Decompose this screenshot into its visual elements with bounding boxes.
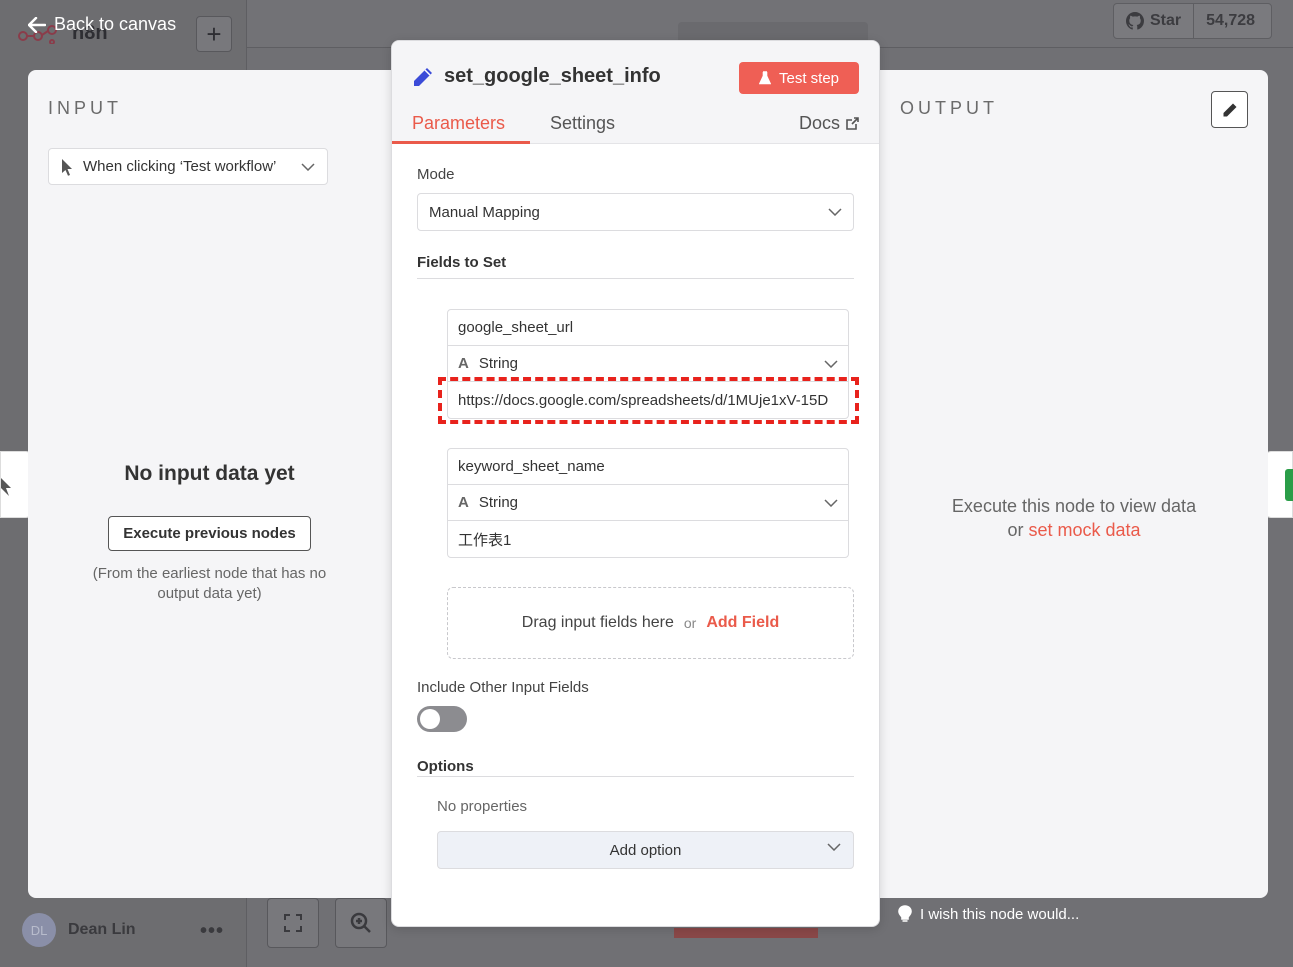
active-tab-indicator xyxy=(392,141,530,144)
back-to-canvas-label: Back to canvas xyxy=(54,14,177,34)
execute-previous-nodes-button[interactable]: Execute previous nodes xyxy=(108,516,311,551)
user-profile[interactable]: DL Dean Lin xyxy=(22,913,136,947)
zoom-to-fit-button[interactable] xyxy=(267,898,319,948)
pencil-icon xyxy=(414,67,432,86)
arrow-left-icon xyxy=(28,16,46,33)
node-header: set_google_sheet_info Test step Paramete… xyxy=(392,41,879,144)
tab-parameters[interactable]: Parameters xyxy=(412,113,505,134)
execute-workflow-button[interactable] xyxy=(674,928,818,938)
field-assignment: keyword_sheet_name A String 工作表1 xyxy=(447,448,849,558)
field-type-value: String xyxy=(478,494,519,511)
input-node-select[interactable]: When clicking ‘Test workflow’ xyxy=(48,148,328,185)
add-node-button[interactable]: + xyxy=(196,16,232,52)
string-type-icon: A xyxy=(458,494,469,511)
feedback-link[interactable]: I wish this node would... xyxy=(898,905,1079,923)
cursor-icon xyxy=(1,478,11,496)
options-divider xyxy=(417,776,854,777)
add-option-label: Add option xyxy=(609,841,682,859)
drop-zone-text: Drag input fields here xyxy=(521,614,674,631)
fields-to-set-label: Fields to Set xyxy=(417,254,507,271)
edit-output-button[interactable] xyxy=(1211,91,1248,128)
feedback-text: I wish this node would... xyxy=(920,905,1080,923)
pencil-icon xyxy=(1223,103,1236,116)
string-type-icon: A xyxy=(458,355,469,372)
no-properties-text: No properties xyxy=(437,798,528,815)
input-panel-title: INPUT xyxy=(48,98,122,118)
fields-divider xyxy=(417,278,854,279)
field-type-select[interactable]: A String xyxy=(448,485,848,521)
google-sheets-icon xyxy=(1285,469,1293,501)
node-tabs: Parameters Settings Docs xyxy=(392,109,879,144)
chevron-down-icon xyxy=(827,843,841,851)
node-parameters-panel: set_google_sheet_info Test step Paramete… xyxy=(391,40,880,927)
field-value-input[interactable]: 工作表1 xyxy=(448,521,848,557)
chevron-down-icon xyxy=(301,162,315,171)
chevron-down-icon xyxy=(828,208,842,216)
node-title-text: set_google_sheet_info xyxy=(444,65,661,87)
fullscreen-icon xyxy=(284,914,302,932)
mode-select-value: Manual Mapping xyxy=(429,203,540,221)
field-name-input[interactable]: keyword_sheet_name xyxy=(448,449,848,485)
toggle-knob xyxy=(420,709,440,729)
back-to-canvas-link[interactable]: Back to canvas xyxy=(28,14,176,35)
test-step-label: Test step xyxy=(778,69,840,87)
chevron-down-icon xyxy=(824,359,838,368)
field-name-input[interactable]: google_sheet_url xyxy=(448,310,848,346)
test-step-button[interactable]: Test step xyxy=(739,62,859,94)
drop-zone-or: or xyxy=(683,615,697,631)
output-empty-message: Execute this node to view data or set mo… xyxy=(908,494,1240,542)
github-icon xyxy=(1126,12,1144,30)
set-mock-data-link[interactable]: set mock data xyxy=(1028,520,1140,540)
output-message-or: or xyxy=(1007,520,1024,540)
pointer-icon xyxy=(62,158,72,176)
zoom-in-icon xyxy=(350,912,371,933)
lightbulb-icon xyxy=(898,905,912,922)
flask-icon xyxy=(758,71,771,85)
docs-link[interactable]: Docs xyxy=(799,113,859,134)
plus-icon: + xyxy=(206,18,222,49)
options-label: Options xyxy=(417,758,474,775)
docs-label: Docs xyxy=(798,113,840,133)
external-link-icon xyxy=(846,117,859,130)
avatar: DL xyxy=(22,913,56,947)
output-panel-drag-handle[interactable] xyxy=(1265,451,1293,518)
output-message-line1: Execute this node to view data xyxy=(951,496,1197,516)
field-type-value: String xyxy=(478,355,519,372)
add-option-select[interactable]: Add option xyxy=(437,831,854,869)
user-name: Dean Lin xyxy=(68,921,136,938)
field-drop-zone[interactable]: Drag input fields here or Add Field xyxy=(447,587,854,659)
add-field-button[interactable]: Add Field xyxy=(706,614,779,632)
mode-select[interactable]: Manual Mapping xyxy=(417,193,854,231)
mode-label: Mode xyxy=(417,166,455,183)
include-other-fields-toggle[interactable] xyxy=(417,706,467,732)
output-panel-title: OUTPUT xyxy=(900,98,998,118)
execute-previous-note: (From the earliest node that has no outp… xyxy=(92,565,327,602)
highlight-annotation xyxy=(438,377,859,424)
node-title[interactable]: set_google_sheet_info xyxy=(412,65,661,88)
input-node-select-value: When clicking ‘Test workflow’ xyxy=(83,158,277,175)
github-star-label: Star xyxy=(1150,12,1182,29)
user-menu-button[interactable]: ••• xyxy=(200,920,224,943)
github-star-count: 54,728 xyxy=(1206,12,1256,29)
include-other-fields-label: Include Other Input Fields xyxy=(417,679,589,696)
tab-settings[interactable]: Settings xyxy=(550,113,615,134)
chevron-down-icon xyxy=(824,498,838,507)
github-star-widget[interactable]: Star 54,728 xyxy=(1113,3,1272,39)
github-star-button[interactable]: Star xyxy=(1114,4,1195,38)
zoom-in-button[interactable] xyxy=(335,898,387,948)
no-input-title: No input data yet xyxy=(124,462,295,485)
